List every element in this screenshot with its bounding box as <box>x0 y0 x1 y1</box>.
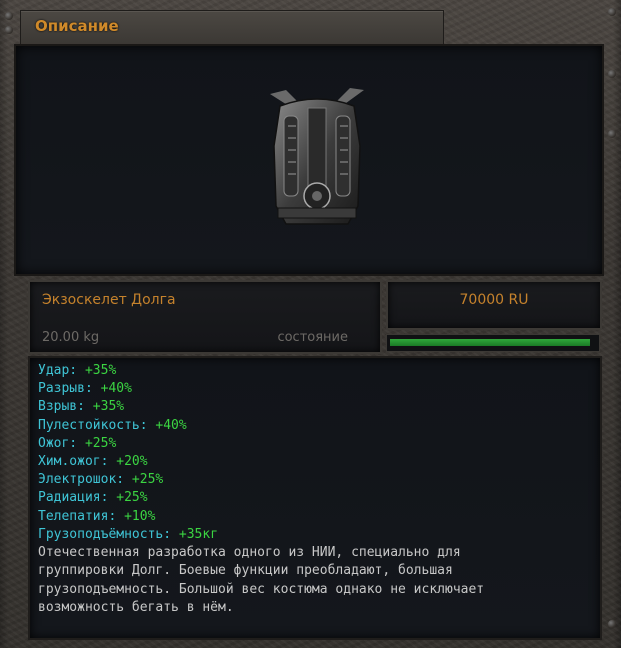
stat-row: Радиация: +25% <box>38 489 218 507</box>
stat-value: +35% <box>92 399 125 415</box>
stat-row: Хим.ожог: +20% <box>38 453 218 471</box>
stat-row: Взрыв: +35% <box>38 398 218 416</box>
stat-row: Электрошок: +25% <box>38 471 218 489</box>
stat-value: +10% <box>124 508 156 524</box>
header-tab: Описание <box>20 10 444 48</box>
stat-row: Ожог: +25% <box>38 435 218 453</box>
item-image-panel <box>14 44 604 276</box>
exoskeleton-armor-icon <box>270 88 364 225</box>
window-title: Описание <box>35 17 119 35</box>
description-line: грузоподъемность. Большой вес костюма од… <box>38 581 485 597</box>
stat-label: Радиация: <box>38 490 109 506</box>
item-description: Отечественная разработка одного из НИИ, … <box>38 544 558 617</box>
stat-label: Взрыв: <box>38 399 85 415</box>
item-name: Экзоскелет Долга <box>42 292 176 308</box>
stat-value: +35% <box>84 363 117 378</box>
item-name-box: Экзоскелет Долга 20.00 kg состояние <box>28 280 382 354</box>
condition-label: состояние <box>277 330 348 345</box>
description-line: возможность бегать в нём. <box>38 599 234 615</box>
description-line: группировки Долг. Боевые функции преобла… <box>38 563 453 579</box>
stat-label: Разрыв: <box>38 381 93 397</box>
stat-row: Пулестойкость: +40% <box>38 417 218 435</box>
description-line: Отечественная разработка одного из НИИ, … <box>38 545 461 560</box>
stat-value: +25% <box>131 472 164 488</box>
description-panel: Удар: +35% Разрыв: +40% Взрыв: +35% Пулесто… <box>28 356 602 640</box>
stat-label: Телепатия: <box>38 508 117 524</box>
stat-row: Грузоподъёмность: +35кг <box>38 526 218 544</box>
stat-value: +25% <box>116 490 148 506</box>
rivet-icon <box>5 12 13 20</box>
item-weight: 20.00 kg <box>42 330 100 345</box>
rivet-icon <box>5 26 13 34</box>
rivet-icon <box>608 70 616 78</box>
stat-label: Удар: <box>38 363 78 378</box>
condition-bar-fill <box>390 339 590 346</box>
stat-label: Грузоподъёмность: <box>38 526 172 542</box>
stat-label: Электрошок: <box>38 472 125 488</box>
condition-bar <box>386 334 600 352</box>
stat-row: Телепатия: +10% <box>38 508 218 526</box>
stat-label: Хим.ожог: <box>38 453 109 469</box>
stat-value: +40% <box>155 417 187 433</box>
stat-row: Разрыв: +40% <box>38 380 218 398</box>
stat-value: +20% <box>116 453 148 469</box>
stat-value: +40% <box>100 381 132 397</box>
stat-row: Удар: +35% <box>38 362 218 380</box>
rivet-icon <box>608 130 616 138</box>
rivet-icon <box>608 8 616 16</box>
stat-label: Ожог: <box>38 435 78 451</box>
stat-value: +35кг <box>178 526 219 542</box>
stat-label: Пулестойкость: <box>38 417 148 433</box>
price-box: 70000 RU <box>386 280 602 330</box>
rivet-icon <box>608 620 616 628</box>
stat-value: +25% <box>84 435 117 451</box>
stats-list: Удар: +35% Разрыв: +40% Взрыв: +35% Пулесто… <box>38 362 218 544</box>
item-price: 70000 RU <box>459 292 529 308</box>
